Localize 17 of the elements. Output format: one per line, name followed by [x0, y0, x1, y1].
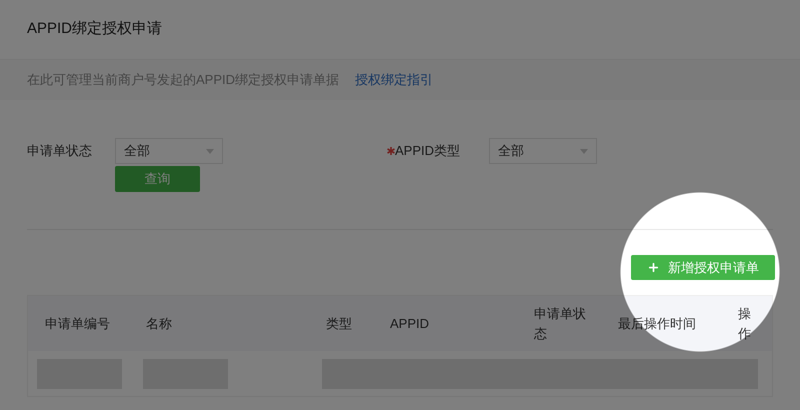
- column-header: 名称: [146, 314, 172, 332]
- query-button[interactable]: 查询: [115, 166, 200, 192]
- dropdown-caret-icon: [206, 148, 214, 154]
- guide-link[interactable]: 授权绑定指引: [355, 70, 434, 90]
- filter-label: 申请单状态: [27, 142, 93, 160]
- select-field[interactable]: 全部: [115, 138, 223, 164]
- dropdown-caret-icon: [580, 148, 588, 154]
- column-header: 操作: [738, 304, 752, 342]
- select-field[interactable]: 全部: [489, 138, 597, 164]
- page-title: APPID绑定授权申请: [27, 19, 162, 40]
- filter-label: APPID类型: [395, 142, 462, 160]
- column-header: 申请单编号: [45, 314, 110, 332]
- column-header: 类型: [326, 314, 352, 332]
- add-request-button[interactable]: 新增授权申请单: [631, 255, 775, 280]
- column-header: APPID: [390, 314, 430, 332]
- column-header: 申请单状态: [534, 304, 587, 342]
- plus-icon: [647, 261, 660, 274]
